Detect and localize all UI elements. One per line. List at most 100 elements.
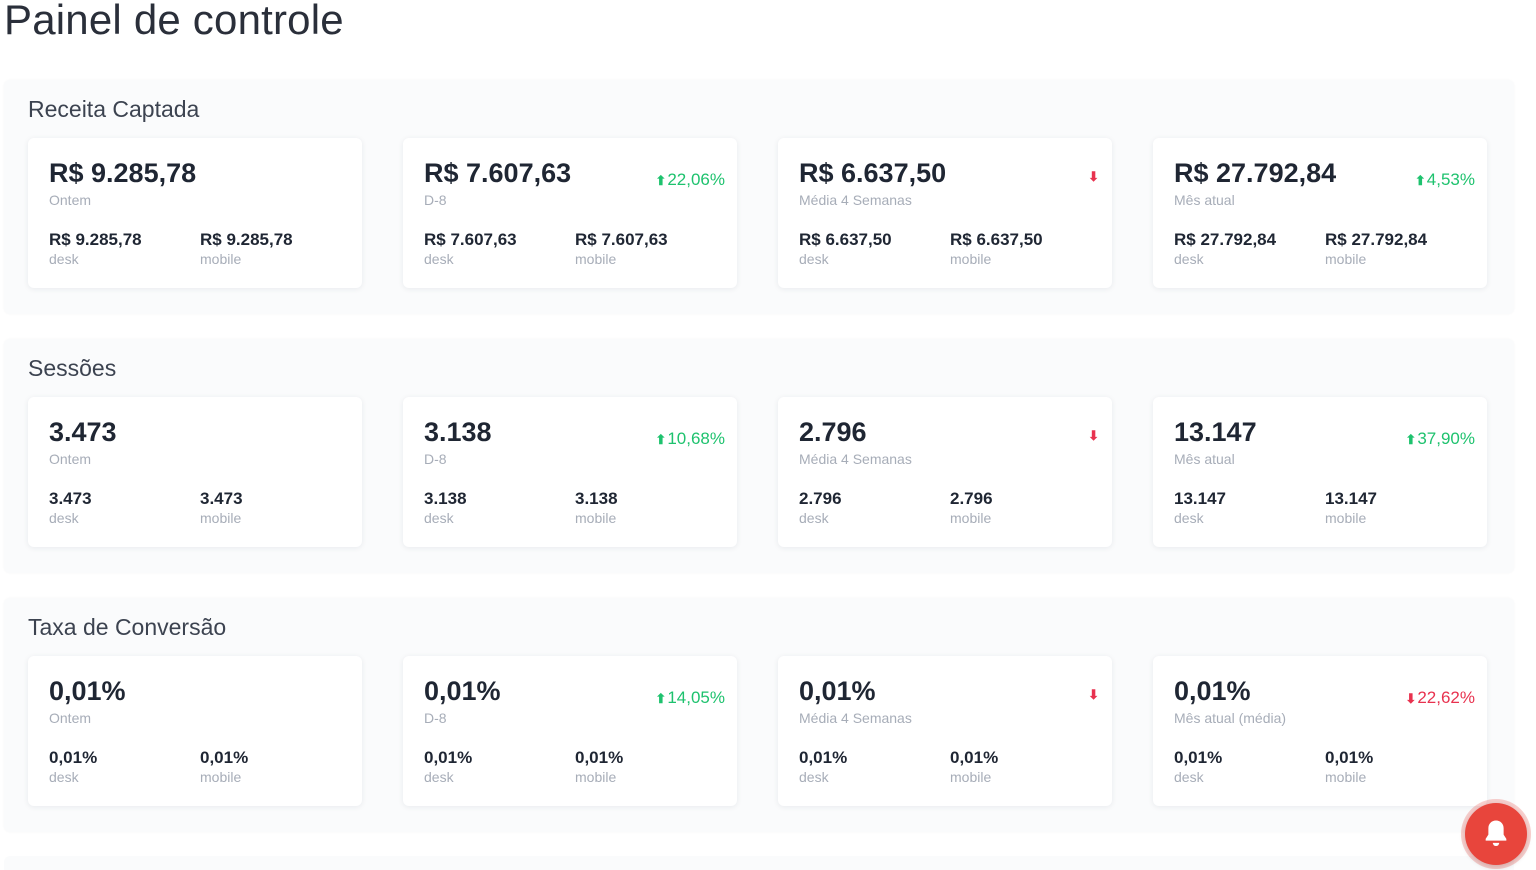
mobile-label: mobile: [200, 510, 242, 526]
mobile-breakdown: 3.138 mobile: [575, 489, 618, 526]
mobile-value: 0,01%: [575, 748, 624, 767]
metric-period-label: Média 4 Semanas: [799, 192, 912, 208]
desk-breakdown: R$ 9.285,78 desk: [49, 230, 142, 267]
metric-value: 0,01%: [799, 676, 876, 706]
desk-label: desk: [1174, 769, 1204, 785]
metric-period-label: Ontem: [49, 710, 92, 726]
mobile-label: mobile: [950, 251, 992, 267]
desk-label: desk: [799, 251, 829, 267]
arrow-up-icon: ⬆: [1414, 172, 1426, 188]
desk-value: 13.147: [1174, 489, 1226, 508]
arrow-down-icon: ⬇: [1405, 690, 1417, 706]
desk-label: desk: [1174, 251, 1204, 267]
desk-breakdown: 13.147 desk: [1174, 489, 1226, 526]
arrow-up-icon: ⬆: [1405, 431, 1417, 447]
mobile-value: 3.138: [575, 489, 618, 508]
metric-period-label: Mês atual: [1174, 192, 1235, 208]
metric-card: 0,01% D-8 ⬆ 14,05% 0,01% desk 0,01% mobile: [403, 656, 737, 806]
section-title: Sessões: [28, 355, 117, 381]
mobile-value: 0,01%: [1325, 748, 1374, 767]
desk-label: desk: [799, 769, 829, 785]
mobile-value: 0,01%: [950, 748, 999, 767]
desk-breakdown: 3.473 desk: [49, 489, 92, 526]
desk-breakdown: 0,01% desk: [1174, 748, 1222, 785]
trend-indicator: ⬇ 22,62%: [1405, 688, 1475, 708]
mobile-label: mobile: [575, 769, 617, 785]
arrow-up-icon: ⬆: [655, 431, 667, 447]
dashboard-page: Painel de controle Receita Captada R$ 9.2…: [0, 0, 1536, 870]
mobile-label: mobile: [575, 510, 617, 526]
metric-card: 0,01% Média 4 Semanas ⬇ 0,01% desk 0,01% mobil…: [778, 656, 1112, 806]
desk-breakdown: R$ 27.792,84 desk: [1174, 230, 1276, 267]
metric-value: R$ 27.792,84: [1174, 158, 1337, 188]
trend-percent: 22,06%: [667, 170, 725, 189]
section-title: Receita Captada: [28, 96, 200, 122]
metric-card: R$ 9.285,78 Ontem R$ 9.285,78 desk R$ 9.285,…: [28, 138, 362, 288]
trend-indicator: ⬇: [1088, 170, 1100, 183]
desk-breakdown: 0,01% desk: [424, 748, 472, 785]
trend-percent: 10,68%: [667, 429, 725, 448]
trend-indicator: ⬆ 22,06%: [655, 170, 725, 190]
desk-value: 0,01%: [49, 748, 98, 767]
mobile-breakdown: R$ 7.607,63 mobile: [575, 230, 668, 267]
desk-value: R$ 9.285,78: [49, 230, 142, 249]
mobile-breakdown: 2.796 mobile: [950, 489, 993, 526]
desk-breakdown: R$ 6.637,50 desk: [799, 230, 892, 267]
mobile-breakdown: 0,01% mobile: [575, 748, 623, 785]
mobile-value: 0,01%: [200, 748, 249, 767]
metric-card: 3.138 D-8 ⬆ 10,68% 3.138 desk 3.138 mobile: [403, 397, 737, 547]
trend-indicator: ⬇: [1088, 429, 1100, 442]
desk-value: R$ 7.607,63: [424, 230, 517, 249]
mobile-breakdown: 0,01% mobile: [200, 748, 248, 785]
mobile-breakdown: R$ 9.285,78 mobile: [200, 230, 293, 267]
section-receita-captada: Receita Captada R$ 9.285,78 Ontem R$ 9.285,…: [4, 80, 1514, 314]
metric-period-label: Mês atual (média): [1174, 710, 1287, 726]
mobile-breakdown: 0,01% mobile: [950, 748, 998, 785]
trend-indicator: ⬆ 10,68%: [655, 429, 725, 449]
section-taxa-de-conversao: Taxa de Conversão 0,01% Ontem 0,01% desk 0,01…: [4, 598, 1514, 832]
mobile-value: R$ 6.637,50: [950, 230, 1043, 249]
metric-value: 3.473: [49, 417, 117, 447]
arrow-down-icon: ⬇: [1088, 687, 1099, 702]
mobile-label: mobile: [1325, 769, 1367, 785]
metric-value: 0,01%: [1174, 676, 1251, 706]
mobile-value: R$ 7.607,63: [575, 230, 668, 249]
mobile-label: mobile: [950, 769, 992, 785]
metric-period-label: D-8: [424, 451, 447, 467]
trend-indicator: ⬆ 14,05%: [655, 688, 725, 708]
trend-percent: 4,53%: [1426, 170, 1475, 189]
trend-percent: 14,05%: [667, 688, 725, 707]
desk-value: 3.473: [49, 489, 92, 508]
desk-label: desk: [424, 251, 454, 267]
mobile-label: mobile: [200, 769, 242, 785]
notification-button[interactable]: [1465, 803, 1527, 865]
mobile-value: 13.147: [1325, 489, 1377, 508]
trend-indicator: ⬆ 37,90%: [1405, 429, 1475, 449]
desk-value: R$ 27.792,84: [1174, 230, 1277, 249]
mobile-breakdown: R$ 27.792,84 mobile: [1325, 230, 1427, 267]
arrow-up-icon: ⬆: [655, 690, 667, 706]
metric-period-label: D-8: [424, 710, 447, 726]
desk-value: 3.138: [424, 489, 467, 508]
desk-label: desk: [424, 769, 454, 785]
mobile-breakdown: 0,01% mobile: [1325, 748, 1373, 785]
metric-card: 2.796 Média 4 Semanas ⬇ 2.796 desk 2.796 mobil…: [778, 397, 1112, 547]
mobile-label: mobile: [1325, 251, 1367, 267]
metric-card: 13.147 Mês atual ⬆ 37,90% 13.147 desk 13.147 mo…: [1153, 397, 1487, 547]
mobile-label: mobile: [200, 251, 242, 267]
mobile-label: mobile: [950, 510, 992, 526]
trend-percent: 22,62%: [1417, 688, 1475, 707]
metric-value: 0,01%: [424, 676, 501, 706]
arrow-up-icon: ⬆: [655, 172, 667, 188]
mobile-breakdown: 13.147 mobile: [1325, 489, 1377, 526]
desk-label: desk: [49, 251, 79, 267]
arrow-down-icon: ⬇: [1088, 169, 1099, 184]
metric-card: 0,01% Ontem 0,01% desk 0,01% mobile: [28, 656, 362, 806]
desk-label: desk: [799, 510, 829, 526]
trend-indicator: ⬆ 4,53%: [1415, 170, 1475, 190]
section-title: Taxa de Conversão: [28, 614, 227, 640]
bell-icon: [1485, 820, 1507, 847]
trend-indicator: ⬇: [1088, 688, 1100, 701]
mobile-value: 3.473: [200, 489, 243, 508]
page-title: Painel de controle: [4, 0, 344, 43]
